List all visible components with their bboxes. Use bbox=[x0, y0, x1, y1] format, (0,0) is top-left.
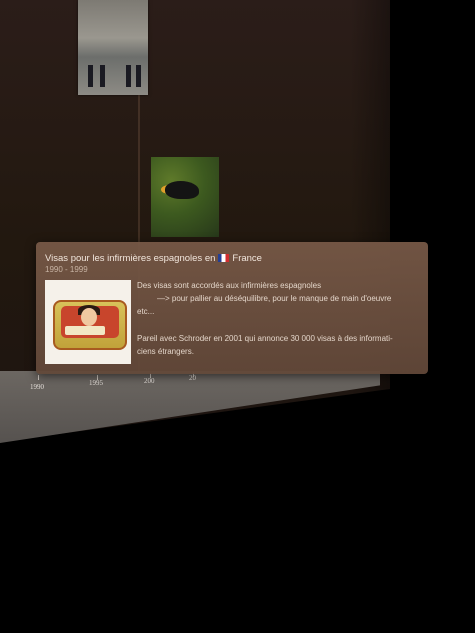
popup-dates: 1990 - 1999 bbox=[45, 265, 88, 274]
popup-title: Visas pour les infirmières espagnoles en… bbox=[45, 253, 262, 264]
popup-title-text: Visas pour les infirmières espagnoles en bbox=[45, 253, 216, 264]
tick-label: 1995 bbox=[89, 379, 103, 387]
timeline-axis[interactable]: 1990 1995 200 20 bbox=[0, 371, 380, 443]
street-photo-thumbnail[interactable] bbox=[78, 0, 148, 95]
toucan-body bbox=[165, 181, 199, 199]
popup-body-line: —> pour pallier au déséquilibre, pour le… bbox=[157, 294, 392, 303]
popup-body-line: etc... bbox=[137, 307, 155, 316]
tin-box-icon bbox=[53, 300, 127, 350]
popup-body-line: Pareil avec Schroder en 2001 qui annonce… bbox=[137, 334, 393, 343]
event-description-text bbox=[150, 24, 290, 84]
france-flag-icon bbox=[218, 254, 230, 262]
popup-body-line: ciens étrangers. bbox=[137, 347, 194, 356]
popup-image-tin-box[interactable] bbox=[45, 280, 131, 364]
popup-body-line: Des visas sont accordés aux infirmières … bbox=[137, 281, 322, 290]
tick-mark bbox=[38, 375, 39, 380]
event-popup-card[interactable]: Visas pour les infirmières espagnoles en… bbox=[36, 242, 428, 374]
popup-country: France bbox=[232, 253, 262, 264]
tick-label: 20 bbox=[189, 374, 196, 382]
tick-label: 200 bbox=[144, 377, 155, 385]
toucan-photo-thumbnail[interactable] bbox=[151, 157, 219, 237]
tick-label: 1990 bbox=[30, 383, 44, 391]
